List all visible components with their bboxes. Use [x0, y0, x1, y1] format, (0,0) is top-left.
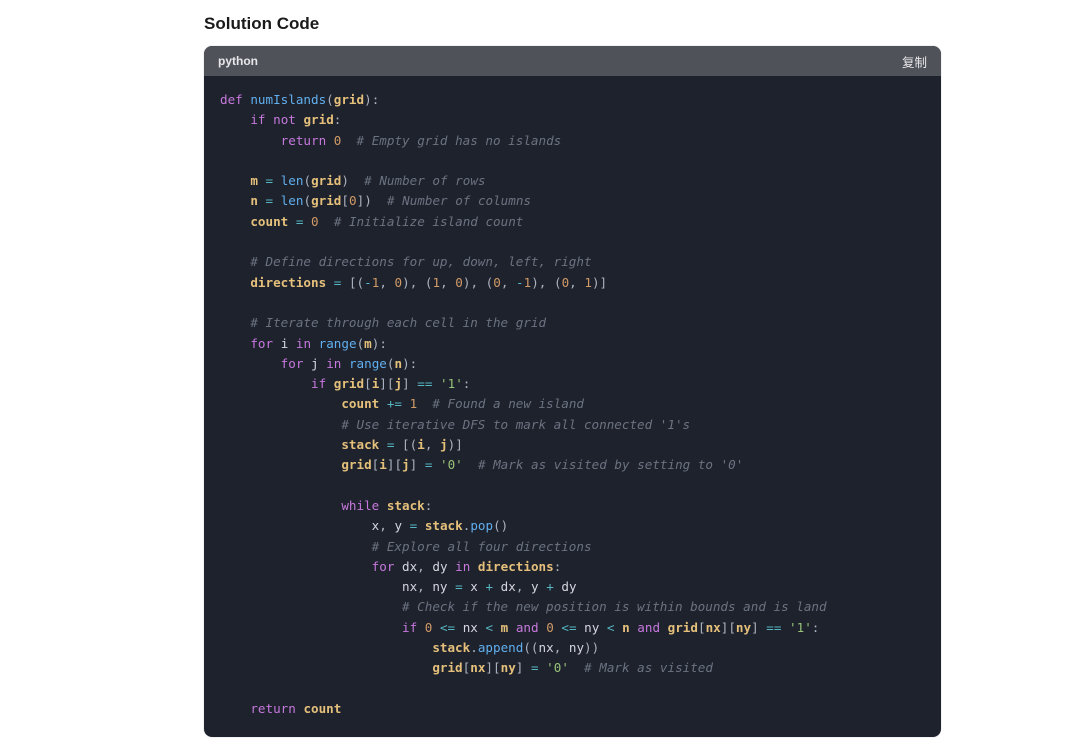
code-block: python 复制 def numIslands(grid): if not g… — [204, 46, 941, 737]
copy-button[interactable]: 复制 — [902, 52, 927, 71]
code-language-label: python — [218, 54, 258, 68]
section-title: Solution Code — [204, 14, 1080, 34]
code-content[interactable]: def numIslands(grid): if not grid: retur… — [204, 76, 941, 737]
code-block-header: python 复制 — [204, 46, 941, 76]
